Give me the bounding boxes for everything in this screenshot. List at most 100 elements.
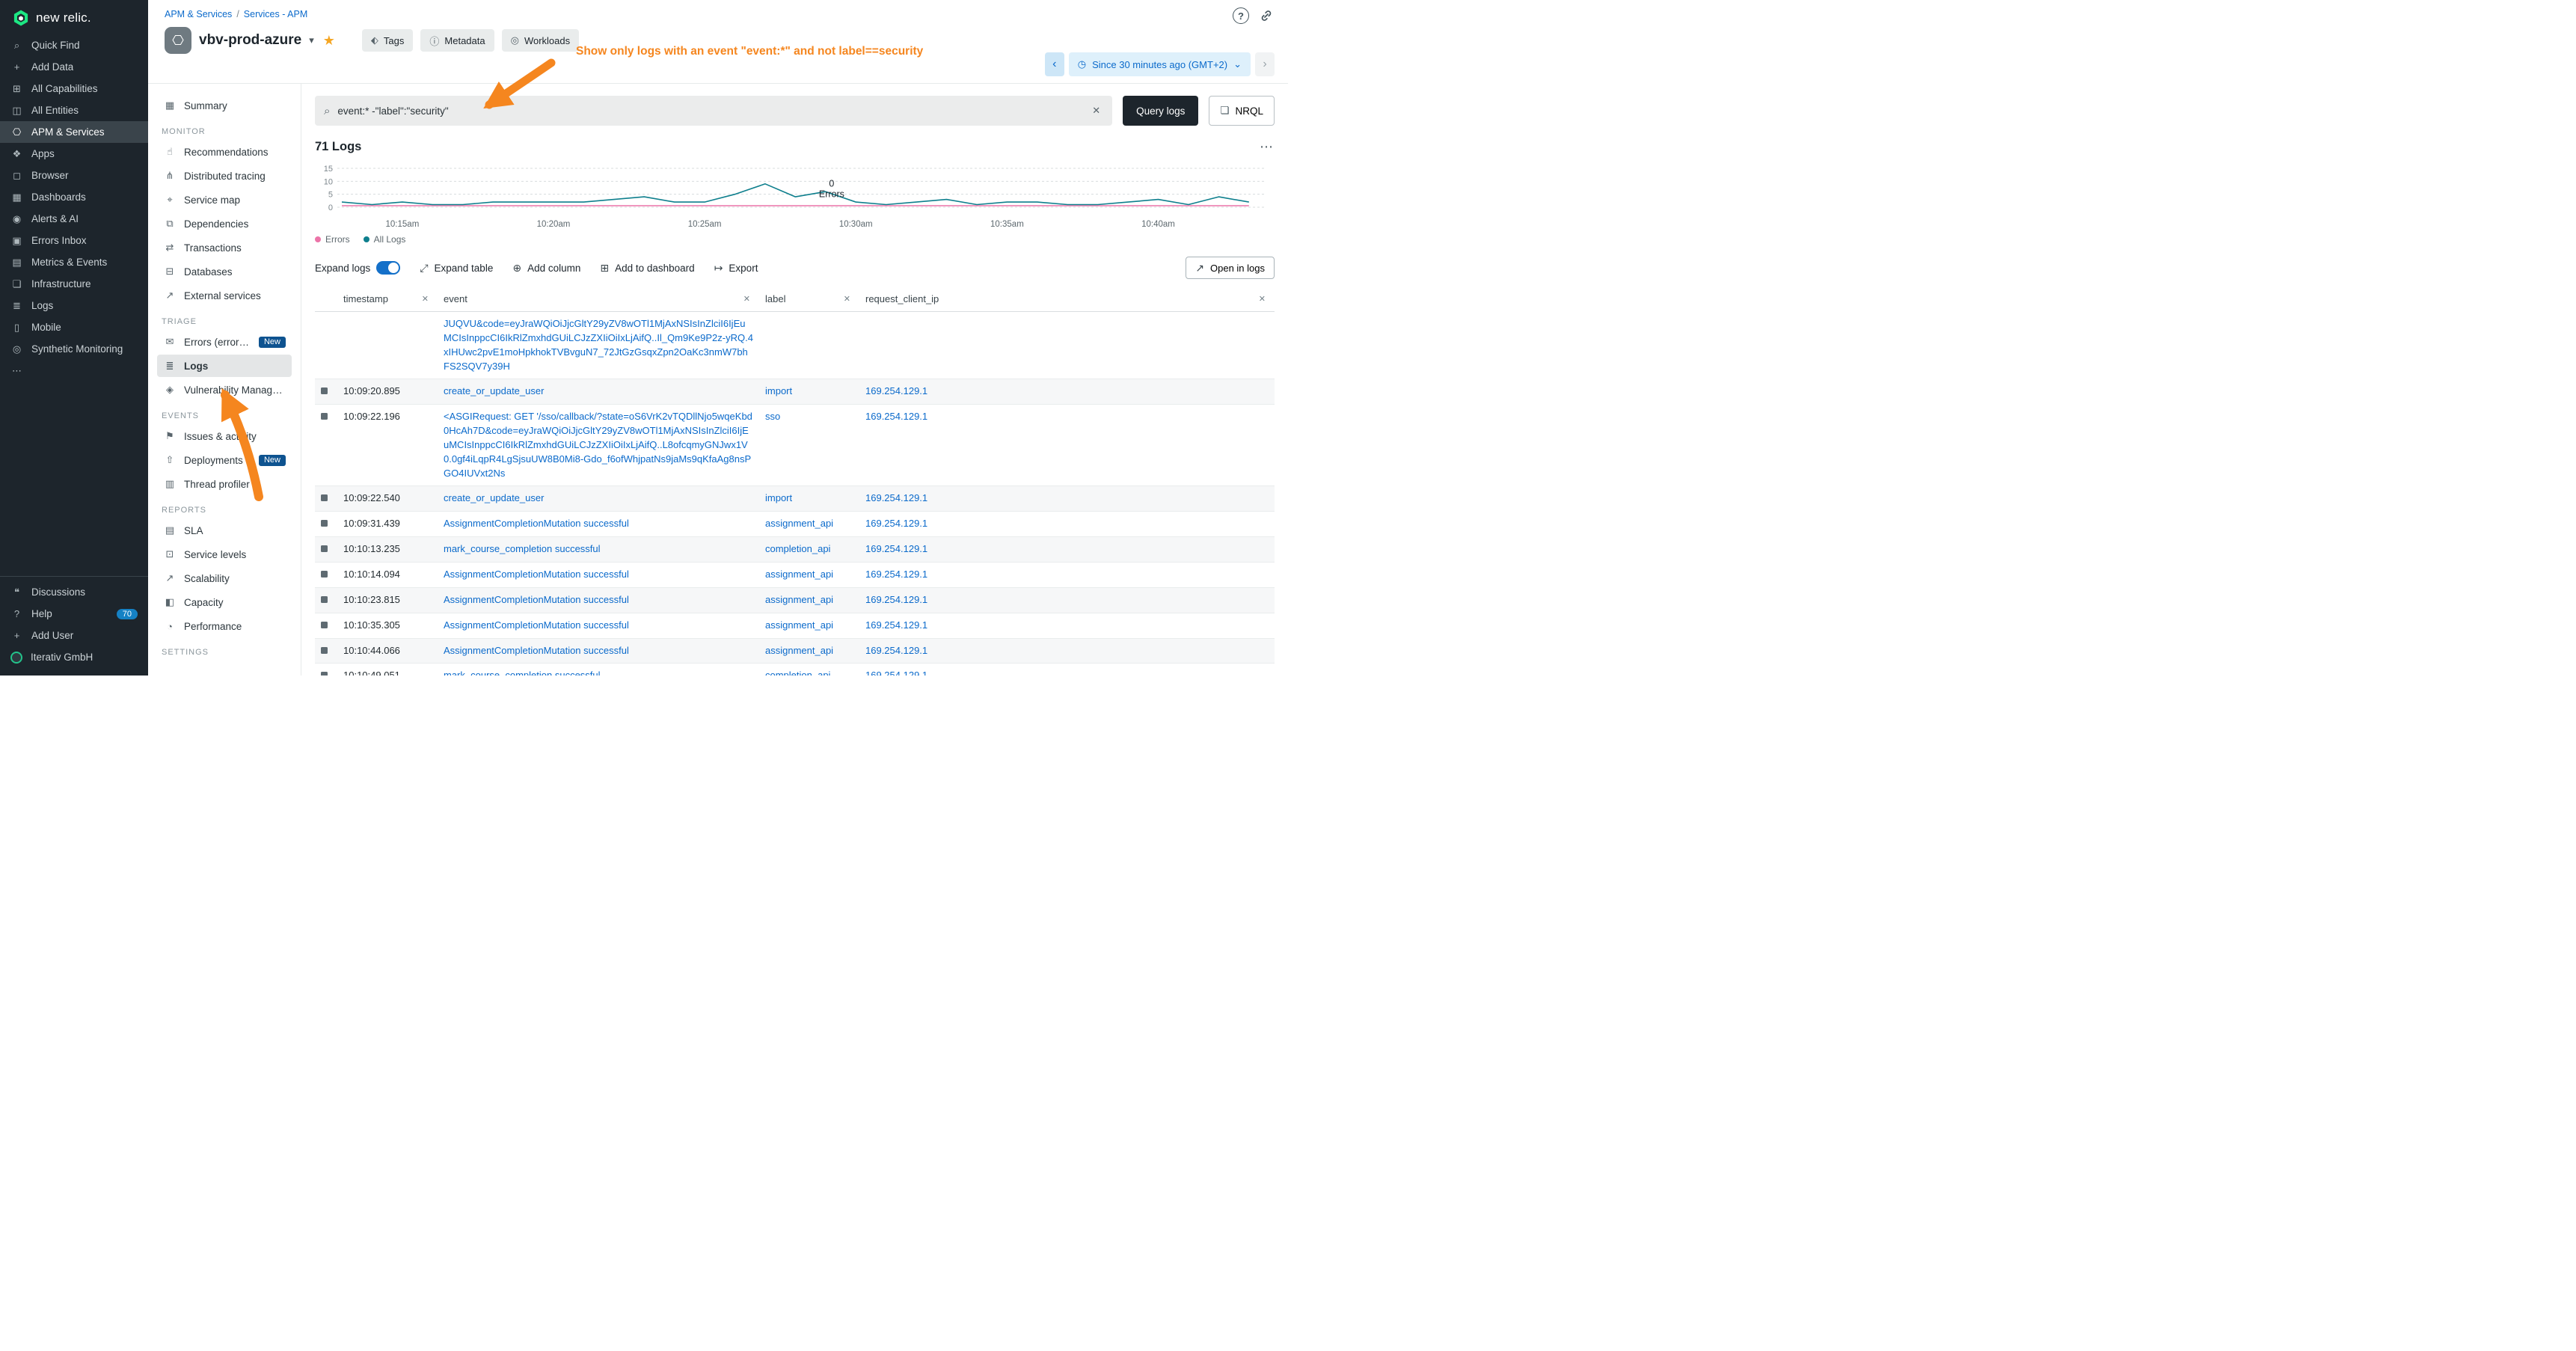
legend-errors[interactable]: Errors [315, 234, 350, 245]
label-link[interactable]: assignment_api [765, 619, 833, 631]
label-link[interactable]: assignment_api [765, 645, 833, 656]
add-column-button[interactable]: ⊕ Add column [512, 262, 580, 275]
row-select-icon[interactable] [321, 520, 328, 527]
more-options-icon[interactable]: ⋯ [1260, 139, 1275, 155]
pill-tags[interactable]: ⬖Tags [362, 29, 413, 52]
label-link[interactable]: assignment_api [765, 518, 833, 529]
time-picker[interactable]: ◷ Since 30 minutes ago (GMT+2) ⌄ [1069, 52, 1251, 76]
table-row[interactable]: 10:10:44.066AssignmentCompletionMutation… [315, 638, 1275, 664]
subnav-item-logs[interactable]: ≣Logs [157, 355, 292, 377]
ip-link[interactable]: 169.254.129.1 [865, 543, 927, 554]
subnav-item-service-map[interactable]: ⌖Service map [157, 189, 292, 211]
export-button[interactable]: ↦ Export [714, 262, 758, 275]
subnav-item-service-levels[interactable]: ⊡Service levels [157, 543, 292, 566]
query-logs-button[interactable]: Query logs [1123, 96, 1198, 126]
search-query-text[interactable]: event:* -"label":"security" [337, 105, 1082, 117]
event-link[interactable]: mark_course_completion successful [444, 543, 601, 554]
row-select-icon[interactable] [321, 622, 328, 628]
event-link[interactable]: AssignmentCompletionMutation successful [444, 619, 629, 631]
row-select-icon[interactable] [321, 494, 328, 501]
label-link[interactable]: import [765, 385, 792, 396]
sidebar-item-quick-find[interactable]: ⌕Quick Find [0, 34, 148, 56]
time-back-icon[interactable]: ‹ [1045, 52, 1064, 76]
clear-search-icon[interactable]: ✕ [1089, 102, 1103, 120]
entity-caret-down-icon[interactable]: ▾ [309, 34, 314, 46]
ip-link[interactable]: 169.254.129.1 [865, 385, 927, 396]
sidebar-item-logs[interactable]: ≣Logs [0, 295, 148, 316]
event-link[interactable]: AssignmentCompletionMutation successful [444, 594, 629, 605]
ip-link[interactable]: 169.254.129.1 [865, 670, 927, 676]
subnav-item-dependencies[interactable]: ⧉Dependencies [157, 212, 292, 235]
row-select-icon[interactable] [321, 545, 328, 552]
table-row[interactable]: 10:09:20.895create_or_update_userimport1… [315, 379, 1275, 405]
ip-link[interactable]: 169.254.129.1 [865, 411, 927, 422]
sidebar-item-browser[interactable]: ◻Browser [0, 165, 148, 186]
ip-link[interactable]: 169.254.129.1 [865, 594, 927, 605]
subnav-item-distributed-tracing[interactable]: ⋔Distributed tracing [157, 165, 292, 187]
event-link[interactable]: create_or_update_user [444, 492, 544, 503]
label-link[interactable]: completion_api [765, 670, 830, 676]
row-select-icon[interactable] [321, 647, 328, 654]
row-select-icon[interactable] [321, 672, 328, 676]
open-in-logs-button[interactable]: ↗ Open in logs [1186, 257, 1275, 279]
newrelic-logo[interactable]: new relic. [0, 0, 148, 34]
ip-link[interactable]: 169.254.129.1 [865, 518, 927, 529]
nrql-button[interactable]: ❏ NRQL [1209, 96, 1275, 126]
pill-workloads[interactable]: ◎Workloads [502, 29, 580, 52]
subnav-item-capacity[interactable]: ◧Capacity [157, 591, 292, 613]
favorite-star-icon[interactable]: ★ [323, 33, 335, 49]
event-link[interactable]: AssignmentCompletionMutation successful [444, 518, 629, 529]
sidebar-item-alerts-ai[interactable]: ◉Alerts & AI [0, 208, 148, 230]
table-row[interactable]: 10:10:13.235mark_course_completion succe… [315, 537, 1275, 563]
sidebar-item-errors-inbox[interactable]: ▣Errors Inbox [0, 230, 148, 251]
sidebar-item-synthetic-monitoring[interactable]: ◎Synthetic Monitoring [0, 338, 148, 360]
subnav-item-issues-activity[interactable]: ⚑Issues & activity [157, 425, 292, 447]
subnav-item-external-services[interactable]: ↗External services [157, 284, 292, 307]
subnav-item-thread-profiler[interactable]: ▥Thread profiler [157, 473, 292, 495]
table-row[interactable]: 10:09:22.196<ASGIRequest: GET '/sso/call… [315, 405, 1275, 486]
event-link[interactable]: mark_course_completion successful [444, 670, 601, 676]
table-row[interactable]: 10:10:14.094AssignmentCompletionMutation… [315, 562, 1275, 587]
event-link[interactable]: JUQVU&code=eyJraWQiOiJjcGltY29yZV8wOTl1M… [444, 318, 753, 372]
event-link[interactable]: AssignmentCompletionMutation successful [444, 569, 629, 580]
breadcrumb-apm-services[interactable]: APM & Services [165, 9, 232, 19]
ip-link[interactable]: 169.254.129.1 [865, 492, 927, 503]
label-link[interactable]: assignment_api [765, 569, 833, 580]
remove-column-icon[interactable]: ✕ [841, 292, 853, 305]
table-row[interactable]: 10:09:31.439AssignmentCompletionMutation… [315, 512, 1275, 537]
sidebar-item-discussions[interactable]: ❝Discussions [0, 581, 148, 603]
subnav-item-performance[interactable]: ◔Performance [157, 615, 292, 637]
label-link[interactable]: assignment_api [765, 594, 833, 605]
time-forward-icon[interactable]: › [1255, 52, 1275, 76]
table-row[interactable]: 10:09:22.540create_or_update_userimport1… [315, 486, 1275, 512]
row-select-icon[interactable] [321, 571, 328, 578]
row-select-icon[interactable] [321, 387, 328, 394]
sidebar-item-dashboards[interactable]: ▦Dashboards [0, 186, 148, 208]
subnav-item-summary[interactable]: ▦Summary [157, 94, 292, 117]
expand-table-button[interactable]: ⤢ Expand table [420, 262, 493, 275]
link-icon[interactable] [1260, 9, 1273, 22]
sidebar-item-all-entities[interactable]: ◫All Entities [0, 99, 148, 121]
subnav-item-vulnerability-management[interactable]: ◈Vulnerability Management [157, 379, 292, 401]
sidebar-item-help[interactable]: ?Help70 [0, 603, 148, 625]
sidebar-item-metrics-events[interactable]: ▤Metrics & Events [0, 251, 148, 273]
logs-search-input[interactable]: ⌕ event:* -"label":"security" ✕ [315, 96, 1112, 126]
sidebar-item-more[interactable]: ⋯ [0, 360, 148, 382]
subnav-item-databases[interactable]: ⊟Databases [157, 260, 292, 283]
sidebar-item-mobile[interactable]: ▯Mobile [0, 316, 148, 338]
label-link[interactable]: completion_api [765, 543, 830, 554]
sidebar-item-iterativ-gmbh[interactable]: Iterativ GmbH [0, 646, 148, 668]
ip-link[interactable]: 169.254.129.1 [865, 619, 927, 631]
legend-all-logs[interactable]: All Logs [364, 234, 406, 245]
help-icon[interactable]: ? [1233, 7, 1249, 24]
table-row[interactable]: JUQVU&code=eyJraWQiOiJjcGltY29yZV8wOTl1M… [315, 312, 1275, 379]
logs-chart[interactable]: 05101510:15am10:20am10:25am10:30am10:35a… [315, 161, 1275, 231]
row-select-icon[interactable] [321, 596, 328, 603]
remove-column-icon[interactable]: ✕ [419, 292, 432, 305]
sidebar-item-infrastructure[interactable]: ❏Infrastructure [0, 273, 148, 295]
event-link[interactable]: create_or_update_user [444, 385, 544, 396]
label-link[interactable]: import [765, 492, 792, 503]
expand-logs-toggle[interactable]: Expand logs [315, 261, 400, 275]
subnav-item-transactions[interactable]: ⇄Transactions [157, 236, 292, 259]
sidebar-item-all-capabilities[interactable]: ⊞All Capabilities [0, 78, 148, 99]
